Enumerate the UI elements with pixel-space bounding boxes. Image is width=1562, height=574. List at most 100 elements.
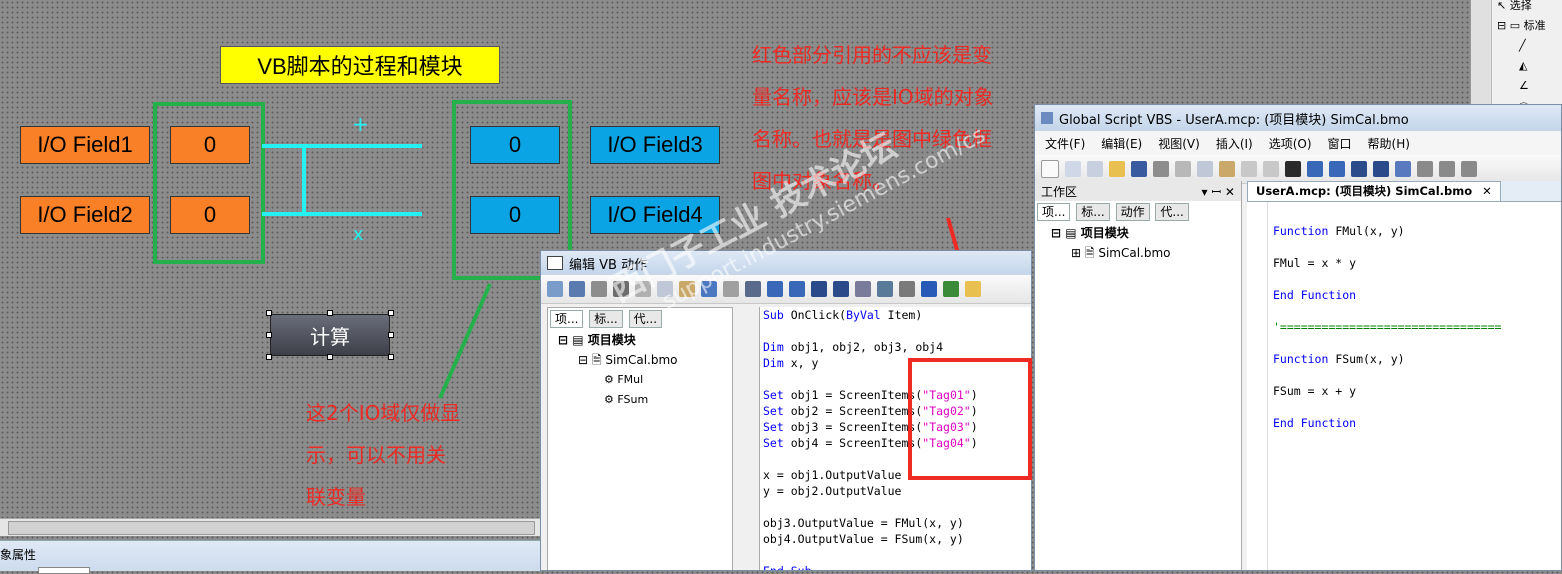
tab-action[interactable]: 动作	[1115, 203, 1150, 221]
clear-bookmark-icon[interactable]	[1461, 161, 1477, 177]
print-preview-icon[interactable]	[613, 281, 629, 297]
compile-icon[interactable]	[899, 281, 915, 297]
tree-item-simcal[interactable]: ⊟ 🗎 SimCal.bmo	[558, 350, 732, 370]
polyline-icon[interactable]: ∠	[1497, 76, 1546, 96]
calc-button[interactable]: 计算	[270, 314, 390, 356]
list-icon[interactable]	[547, 281, 563, 297]
line-icon[interactable]: ╱	[1497, 36, 1546, 56]
print-icon[interactable]	[591, 281, 607, 297]
code-line: Sub OnClick(ByVal Item)	[763, 308, 923, 322]
selection-handle[interactable]	[266, 332, 272, 338]
copy-icon[interactable]	[1197, 161, 1213, 177]
prev-bookmark-icon[interactable]	[1439, 161, 1455, 177]
tab-standard[interactable]: 标...	[1076, 203, 1110, 221]
vb-editor-titlebar[interactable]: 编辑 VB 动作	[541, 251, 1031, 275]
io-field3-label: I/O Field3	[590, 126, 720, 164]
tree-item-fsum[interactable]: ⚙ FSum	[558, 390, 732, 410]
menu-options[interactable]: 选项(O)	[1269, 135, 1312, 152]
open-icon[interactable]	[1109, 161, 1125, 177]
scrollbar-thumb[interactable]	[8, 521, 535, 535]
tab-code[interactable]: 代...	[628, 310, 663, 328]
indent-right-icon[interactable]	[767, 281, 783, 297]
code-line: Function FSum(x, y)	[1273, 352, 1405, 366]
code-line: End Function	[1273, 288, 1357, 302]
object-browser-icon[interactable]	[855, 281, 871, 297]
save-icon[interactable]	[1131, 161, 1147, 177]
menu-insert[interactable]: 插入(I)	[1216, 135, 1253, 152]
close-icon[interactable]: ✕	[1482, 184, 1492, 198]
global-script-titlebar[interactable]: Global Script VBS - UserA.mcp: (项目模块) Si…	[1035, 105, 1561, 131]
tab-project[interactable]: 项...	[550, 310, 584, 328]
green-pointer-line	[438, 283, 492, 399]
next-bookmark-icon[interactable]	[1417, 161, 1433, 177]
check-icon[interactable]	[943, 281, 959, 297]
comment-icon[interactable]	[811, 281, 827, 297]
cut-icon[interactable]	[1175, 161, 1191, 177]
redo-icon[interactable]	[723, 281, 739, 297]
uncomment-icon[interactable]	[833, 281, 849, 297]
indent-icon[interactable]	[569, 281, 585, 297]
tree-item-simcal[interactable]: ⊞ 🗎 SimCal.bmo	[1051, 243, 1241, 263]
document-tab-label: UserA.mcp: (项目模块) SimCal.bmo	[1256, 184, 1473, 198]
new-module-icon[interactable]	[1065, 161, 1081, 177]
document-tab[interactable]: UserA.mcp: (项目模块) SimCal.bmo ✕	[1247, 181, 1501, 201]
folder-icon[interactable]	[965, 281, 981, 297]
indent-right-icon[interactable]	[1307, 161, 1323, 177]
print-icon[interactable]	[1153, 161, 1169, 177]
vb-editor-title: 编辑 VB 动作	[569, 257, 648, 273]
note-bottom-line: 联变量	[306, 485, 366, 509]
undo-icon[interactable]	[1241, 161, 1257, 177]
menu-edit[interactable]: 编辑(E)	[1101, 135, 1142, 152]
tab-project[interactable]: 项...	[1037, 203, 1071, 221]
tree-item-standard[interactable]: ⊟ ▭ 标准	[1497, 16, 1546, 36]
tab-standard[interactable]: 标...	[589, 310, 623, 328]
selection-handle[interactable]	[266, 354, 272, 360]
tree-item-project-module[interactable]: ⊟ ▤ 项目模块	[558, 330, 732, 350]
note-top-line: 名称。也就是是图中绿色框	[752, 127, 992, 151]
note-bottom-line: 这2个IO域仅做显	[306, 401, 461, 425]
help-icon[interactable]	[921, 281, 937, 297]
new-icon[interactable]	[1041, 160, 1059, 178]
tree-item-project-module[interactable]: ⊟ ▤ 项目模块	[1051, 223, 1241, 243]
selection-handle[interactable]	[388, 332, 394, 338]
selection-handle[interactable]	[388, 310, 394, 316]
app-icon	[1041, 112, 1053, 124]
tree-item-fmul[interactable]: ⚙ FMul	[558, 370, 732, 390]
tree-item-select[interactable]: ↖ 选择	[1497, 0, 1546, 16]
selection-handle[interactable]	[327, 354, 333, 360]
paste-icon[interactable]	[1219, 161, 1235, 177]
redo-icon[interactable]	[1263, 161, 1279, 177]
horizontal-scrollbar[interactable]	[0, 518, 545, 536]
selection-handle[interactable]	[388, 354, 394, 360]
selection-handle[interactable]	[266, 310, 272, 316]
selection-handle[interactable]	[327, 310, 333, 316]
uncomment-icon[interactable]	[1373, 161, 1389, 177]
tag-icon[interactable]	[877, 281, 893, 297]
panel-scrollbar[interactable]	[1471, 0, 1492, 104]
indent-left-icon[interactable]	[789, 281, 805, 297]
comment-icon[interactable]	[1351, 161, 1367, 177]
context-help-icon[interactable]	[1285, 161, 1301, 177]
copy-icon[interactable]	[657, 281, 673, 297]
undo-icon[interactable]	[701, 281, 717, 297]
tab-code[interactable]: 代...	[1155, 203, 1189, 221]
find-icon[interactable]	[745, 281, 761, 297]
code-line: Dim obj1, obj2, obj3, obj4	[763, 340, 944, 354]
indent-left-icon[interactable]	[1329, 161, 1345, 177]
cut-icon[interactable]	[635, 281, 651, 297]
paste-icon[interactable]	[679, 281, 695, 297]
ellipse-icon[interactable]: ⬭	[1497, 96, 1546, 104]
global-code-pane[interactable]: Function FMul(x, y) FMul = x * y End Fun…	[1273, 223, 1501, 431]
menu-help[interactable]: 帮助(H)	[1368, 135, 1410, 152]
menu-window[interactable]: 窗口	[1328, 135, 1352, 152]
times-symbol: x	[353, 224, 364, 245]
new-action-icon[interactable]	[1087, 161, 1103, 177]
menu-file[interactable]: 文件(F)	[1045, 135, 1085, 152]
menu-view[interactable]: 视图(V)	[1158, 135, 1200, 152]
workspace-controls[interactable]: ▾ ꟷ ✕	[1202, 183, 1235, 200]
properties-label: 象属性	[0, 548, 37, 562]
polygon-icon[interactable]: ◭	[1497, 56, 1546, 76]
bookmark-icon[interactable]	[1395, 161, 1411, 177]
